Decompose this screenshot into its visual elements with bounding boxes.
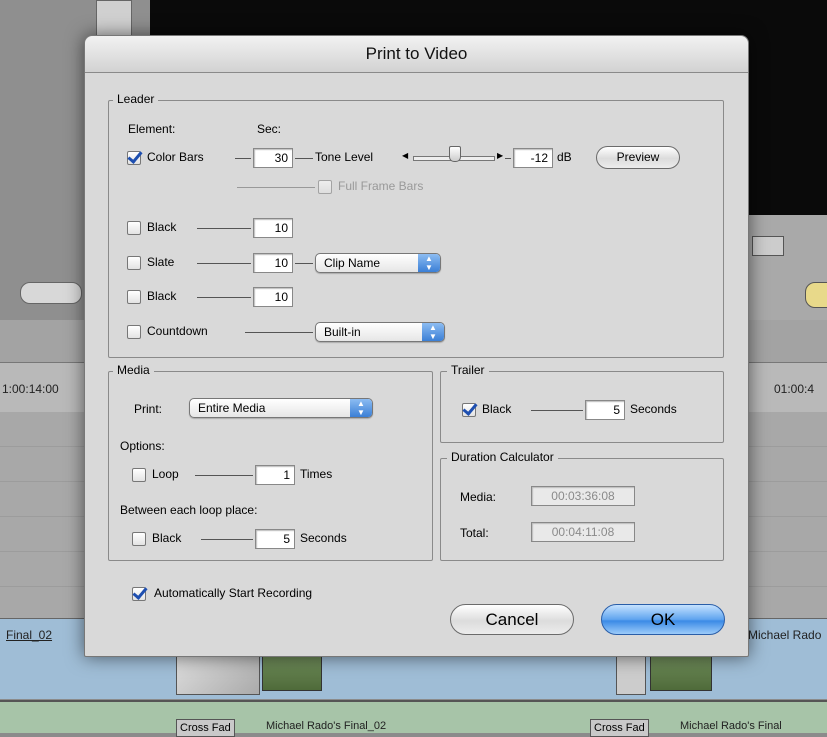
times-unit-label: Times	[300, 467, 333, 481]
dialog-title[interactable]: Print to Video	[85, 36, 748, 73]
clip-bottom-label-1[interactable]: Michael Rado's Final_02	[266, 720, 386, 732]
trailer-black-checkbox[interactable]	[462, 403, 476, 417]
trailer-black-label[interactable]: Black	[482, 402, 511, 416]
connector-line	[531, 410, 583, 411]
tone-level-field[interactable]: -12	[513, 148, 553, 168]
loop-label[interactable]: Loop	[152, 467, 179, 481]
preview-button[interactable]: Preview	[596, 146, 680, 169]
print-scope-value: Entire Media	[198, 401, 266, 415]
timecode-left: 1:00:14:00	[2, 382, 59, 396]
slate-label[interactable]: Slate	[147, 255, 174, 269]
clip-thumbnail-2	[650, 655, 712, 691]
ok-button[interactable]: OK	[601, 604, 725, 635]
leader-group	[108, 100, 724, 358]
connector-line	[197, 297, 251, 298]
black2-seconds-field[interactable]: 10	[253, 287, 293, 307]
duration-total-field: 00:04:11:08	[531, 522, 635, 542]
connector-line	[197, 228, 251, 229]
slate-source-popup[interactable]: Clip Name ▲ ▼	[315, 253, 441, 273]
timecode-right: 01:00:4	[774, 382, 815, 396]
tone-decrease-arrow-icon[interactable]: ◀	[402, 151, 408, 160]
connector-line	[237, 187, 315, 188]
connector-line	[195, 475, 253, 476]
print-label: Print:	[134, 402, 163, 416]
between-loop-label: Between each loop place:	[120, 503, 258, 517]
countdown-type-value: Built-in	[324, 325, 361, 339]
options-label: Options:	[120, 439, 165, 453]
slate-seconds-field[interactable]: 10	[253, 253, 293, 273]
black1-checkbox[interactable]	[127, 221, 141, 235]
sec-header: Sec:	[257, 122, 282, 136]
connector-line	[245, 332, 313, 333]
popup-arrows-icon: ▲ ▼	[422, 323, 444, 341]
loop-checkbox[interactable]	[132, 468, 146, 482]
tone-level-label: Tone Level	[315, 150, 374, 164]
clip-right-label[interactable]: Michael Rado	[748, 628, 821, 642]
trailer-seconds-unit: Seconds	[630, 402, 677, 416]
trailer-seconds-field[interactable]: 5	[585, 400, 625, 420]
canvas-jog-control[interactable]	[805, 282, 827, 308]
db-unit-label: dB	[557, 150, 572, 164]
viewer-shuttle[interactable]	[20, 282, 82, 304]
connector-line	[197, 263, 251, 264]
loop-black-seconds-field[interactable]: 5	[255, 529, 295, 549]
tone-slider-thumb[interactable]	[449, 146, 461, 162]
canvas-button[interactable]	[752, 236, 784, 256]
black2-label[interactable]: Black	[147, 289, 176, 303]
connector-line	[201, 539, 253, 540]
full-frame-bars-checkbox[interactable]	[318, 180, 332, 194]
duration-calculator-label: Duration Calculator	[447, 450, 558, 464]
connector-line	[295, 158, 313, 159]
color-bars-seconds-field[interactable]: 30	[253, 148, 293, 168]
connector-line	[295, 263, 313, 264]
transition-block[interactable]	[176, 655, 260, 695]
transition-block-2[interactable]	[616, 655, 646, 695]
clip-bottom-label-2[interactable]: Michael Rado's Final	[680, 720, 782, 732]
auto-record-checkbox[interactable]	[132, 587, 146, 601]
duration-total-label: Total:	[460, 526, 489, 540]
popup-arrows-icon: ▲ ▼	[350, 399, 372, 417]
black1-label[interactable]: Black	[147, 220, 176, 234]
connector-line	[235, 158, 251, 159]
duration-media-field: 00:03:36:08	[531, 486, 635, 506]
loop-black-label[interactable]: Black	[152, 531, 181, 545]
clip-thumbnail	[262, 655, 322, 691]
slate-source-value: Clip Name	[324, 256, 381, 270]
countdown-checkbox[interactable]	[127, 325, 141, 339]
transition-label-2[interactable]: Cross Fad	[590, 719, 649, 737]
countdown-type-popup[interactable]: Built-in ▲ ▼	[315, 322, 445, 342]
cancel-button[interactable]: Cancel	[450, 604, 574, 635]
print-to-video-dialog: Print to Video Leader Element: Sec: Colo…	[84, 35, 749, 657]
countdown-label[interactable]: Countdown	[147, 324, 208, 338]
popup-arrows-icon: ▲ ▼	[418, 254, 440, 272]
duration-calculator-group	[440, 458, 724, 561]
color-bars-label[interactable]: Color Bars	[147, 150, 204, 164]
duration-media-label: Media:	[460, 490, 497, 504]
full-frame-bars-label[interactable]: Full Frame Bars	[338, 179, 423, 193]
element-header: Element:	[128, 122, 176, 136]
auto-record-label[interactable]: Automatically Start Recording	[154, 586, 312, 600]
tone-increase-arrow-icon[interactable]: ▶	[497, 151, 503, 160]
trailer-group-label: Trailer	[447, 363, 489, 377]
black1-seconds-field[interactable]: 10	[253, 218, 293, 238]
slate-checkbox[interactable]	[127, 256, 141, 270]
seconds-unit-label: Seconds	[300, 531, 347, 545]
clip-left-label[interactable]: Final_02	[6, 628, 52, 642]
color-bars-checkbox[interactable]	[127, 151, 141, 165]
connector-line	[505, 158, 511, 159]
black2-checkbox[interactable]	[127, 290, 141, 304]
leader-group-label: Leader	[113, 92, 159, 106]
loop-times-field[interactable]: 1	[255, 465, 295, 485]
transition-label-1[interactable]: Cross Fad	[176, 719, 235, 737]
print-scope-popup[interactable]: Entire Media ▲ ▼	[189, 398, 373, 418]
loop-black-checkbox[interactable]	[132, 532, 146, 546]
media-group-label: Media	[113, 363, 154, 377]
